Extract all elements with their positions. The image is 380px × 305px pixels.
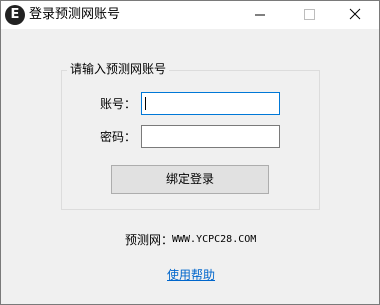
text-caret [145, 97, 146, 110]
password-label: 密码： [100, 130, 137, 144]
password-input[interactable] [141, 125, 280, 148]
groupbox-title: 请输入预测网账号 [67, 62, 170, 77]
site-label: 预测网： [125, 233, 174, 247]
maximize-icon [304, 9, 315, 20]
app-logo-icon: E [5, 5, 25, 25]
login-window: E 登录预测网账号 请输入预测网账号 账号： 密码： 绑定登录 预测网： WWW… [0, 0, 380, 305]
site-url-text: WWW.YCPC28.COM [172, 234, 257, 245]
minimize-icon [255, 14, 265, 16]
account-label: 账号： [100, 97, 137, 111]
window-title: 登录预测网账号 [29, 7, 121, 22]
help-link[interactable]: 使用帮助 [167, 267, 215, 283]
maximize-button[interactable] [286, 1, 332, 29]
minimize-button[interactable] [237, 1, 283, 29]
bind-login-button[interactable]: 绑定登录 [111, 165, 269, 194]
close-button[interactable] [332, 1, 378, 29]
title-bar[interactable]: E 登录预测网账号 [1, 1, 379, 29]
account-input[interactable] [141, 92, 280, 115]
close-icon [349, 8, 361, 20]
